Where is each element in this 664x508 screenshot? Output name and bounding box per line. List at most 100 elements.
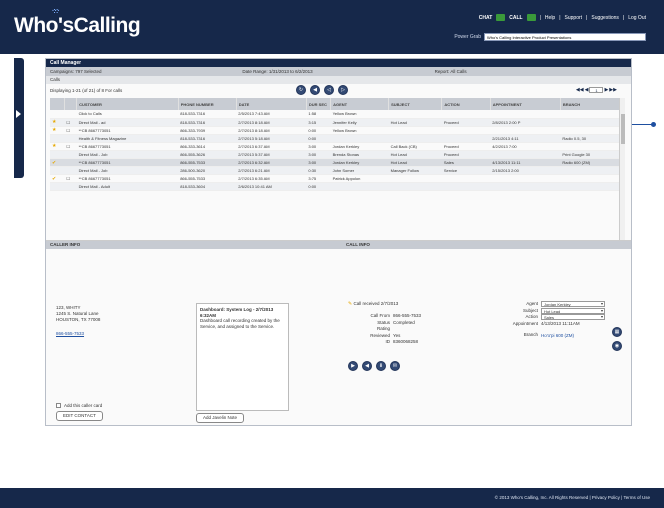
power-grab: Power Grab bbox=[454, 33, 646, 41]
status-icon[interactable]: ★ bbox=[50, 142, 65, 151]
status-icon[interactable] bbox=[50, 166, 65, 176]
row-checkbox[interactable]: ☐ bbox=[64, 126, 77, 135]
campaign-filter[interactable]: Campaigns: 797 Selected bbox=[50, 69, 242, 74]
first-icon[interactable]: ◀ bbox=[310, 85, 320, 95]
table-cell: Direct Mail - Job bbox=[76, 166, 179, 176]
next-icon[interactable]: ▷ bbox=[338, 85, 348, 95]
row-checkbox[interactable] bbox=[64, 150, 77, 160]
logout-link[interactable]: Log Out bbox=[628, 15, 646, 21]
table-cell: Print Google 30 bbox=[560, 150, 625, 160]
table-header: CUSTOMER PHONE NUMBER DATE DUR SEC AGENT SUBJ… bbox=[50, 98, 626, 110]
column-header[interactable] bbox=[50, 98, 65, 110]
checkbox-icon[interactable] bbox=[56, 403, 61, 408]
column-header[interactable]: SUBJECT bbox=[388, 98, 443, 110]
row-checkbox[interactable] bbox=[64, 134, 77, 143]
calendar-icon[interactable]: ▦ bbox=[612, 327, 622, 337]
report-filter[interactable]: Report: All Calls bbox=[435, 69, 627, 74]
table-cell: Hot Lead bbox=[388, 158, 442, 168]
status-icon[interactable] bbox=[50, 110, 65, 119]
column-header[interactable]: BRANCH bbox=[560, 98, 626, 110]
table-cell: 2/7/2013 5:37 AM bbox=[236, 150, 307, 160]
table-cell bbox=[560, 142, 625, 151]
back-icon[interactable]: ◀ bbox=[362, 361, 372, 371]
table-row[interactable]: Health & Fitness Magazine 818-533-7316 2/7… bbox=[50, 134, 625, 143]
row-checkbox[interactable] bbox=[64, 158, 77, 168]
status-icon[interactable]: ✔ bbox=[50, 158, 65, 168]
last-page-icon[interactable]: ▶▶ bbox=[609, 87, 617, 93]
table-cell: Service bbox=[441, 166, 491, 176]
email-icon[interactable]: ✉ bbox=[390, 361, 400, 371]
status-icon[interactable]: ★ bbox=[50, 126, 65, 135]
table-cell: **CB 8667773051 bbox=[76, 142, 179, 151]
refresh-icon[interactable]: ↻ bbox=[296, 85, 306, 95]
row-checkbox[interactable] bbox=[64, 166, 77, 176]
logo[interactable]: ·:·:· Who'sCalling bbox=[14, 8, 141, 38]
support-link[interactable]: Support bbox=[565, 15, 583, 21]
search-input[interactable] bbox=[484, 33, 646, 41]
chat-button[interactable]: CHAT bbox=[479, 15, 493, 21]
column-header[interactable] bbox=[64, 98, 78, 110]
table-cell: Radio 0.5, 30 bbox=[560, 134, 625, 143]
notes-box[interactable]: Dashboard: System Log - 2/7/2013 6:32AM … bbox=[196, 303, 289, 411]
date-filter[interactable]: Date Range: 1/31/2013 to 6/2/2013 bbox=[242, 69, 434, 74]
row-checkbox[interactable]: ☐ bbox=[64, 118, 77, 127]
table-row[interactable]: ★ ☐ **CB 8667773051 866-333-7939 2/7/2013 8:… bbox=[50, 126, 625, 135]
table-cell bbox=[560, 110, 625, 119]
column-header[interactable]: ACTION bbox=[441, 98, 491, 110]
chat-icon[interactable] bbox=[496, 14, 506, 21]
map-icon[interactable]: ◉ bbox=[612, 341, 622, 351]
table-cell bbox=[560, 166, 625, 176]
help-link[interactable]: Help bbox=[545, 15, 555, 21]
page-input[interactable]: 1 bbox=[589, 87, 604, 93]
appointment-value[interactable]: 4/13/2013 11:11AM bbox=[541, 321, 605, 328]
table-row[interactable]: Direct Mail - Job 866-555-3626 2/7/2013 5:… bbox=[50, 150, 625, 160]
prev-icon[interactable]: ◁ bbox=[324, 85, 334, 95]
table-cell: Proceed bbox=[441, 142, 491, 151]
action-select[interactable]: Sales bbox=[541, 314, 605, 321]
table-row[interactable]: Direct Mail - Job 286-500-3620 2/7/2013 6:… bbox=[50, 166, 625, 176]
status-icon[interactable]: ★ bbox=[50, 118, 65, 127]
branch-value[interactable]: Ho'o'pi 600 (ZM) bbox=[541, 333, 605, 340]
row-checkbox[interactable]: ☐ bbox=[64, 142, 77, 151]
column-header[interactable]: AGENT bbox=[330, 98, 390, 110]
column-header[interactable]: PHONE NUMBER bbox=[178, 98, 237, 110]
table-cell: 0:00 bbox=[306, 182, 331, 192]
table-scrollbar[interactable] bbox=[619, 98, 625, 240]
column-header[interactable]: CUSTOMER bbox=[76, 98, 179, 110]
play-icon[interactable]: ▶ bbox=[348, 361, 358, 371]
table-cell: Radio 600 (ZM) bbox=[560, 158, 625, 168]
prev-page-icon[interactable]: ◀ bbox=[585, 87, 589, 93]
table-row[interactable]: ✔ ☐ **CB 8667773051 866-555-7533 2/7/2013 6:… bbox=[50, 174, 625, 184]
agent-select[interactable]: Jordan Kerkley bbox=[541, 301, 605, 307]
call-button[interactable]: CALL bbox=[509, 15, 522, 21]
table-row[interactable]: ★ ☐ Direct Mail - ad 818-533-7316 2/7/2013 8… bbox=[50, 118, 625, 127]
column-header[interactable]: APPOINTMENT bbox=[490, 98, 561, 110]
row-checkbox[interactable] bbox=[64, 182, 77, 192]
side-panel-toggle[interactable] bbox=[14, 58, 24, 178]
status-icon[interactable] bbox=[50, 182, 65, 192]
table-cell: 2/15/2013 2:00 bbox=[490, 166, 561, 176]
status-icon[interactable] bbox=[50, 150, 65, 160]
status-icon[interactable] bbox=[50, 134, 65, 143]
table-row[interactable]: Direct Mail - Adult 818-533-3604 2/6/2013 … bbox=[50, 182, 625, 192]
column-header[interactable]: DUR SEC bbox=[306, 98, 332, 110]
column-header[interactable]: DATE bbox=[236, 98, 307, 110]
row-checkbox[interactable]: ☐ bbox=[64, 174, 77, 184]
table-row[interactable]: Click to Calls 818-533-7316 2/5/2013 7:43 … bbox=[50, 110, 625, 119]
download-icon[interactable]: ⬇ bbox=[376, 361, 386, 371]
suggestions-link[interactable]: Suggestions bbox=[591, 15, 619, 21]
subject-select[interactable]: Hot Lead bbox=[541, 307, 605, 314]
next-page-icon[interactable]: ▶ bbox=[604, 87, 608, 93]
table-cell: 2/7/2013 6:21 AM bbox=[236, 166, 307, 176]
table-cell: 0:00 bbox=[306, 134, 331, 143]
table-row[interactable]: ✔ **CB 8667773051 866-555-7533 2/7/2013 6:3… bbox=[50, 158, 625, 168]
row-checkbox[interactable] bbox=[64, 110, 77, 119]
first-page-icon[interactable]: ◀◀ bbox=[576, 87, 584, 93]
caller-card-checkbox[interactable]: Add this caller card bbox=[56, 403, 102, 408]
edit-contact-button[interactable]: EDIT CONTACT bbox=[56, 411, 103, 421]
phone-icon[interactable] bbox=[526, 14, 536, 21]
status-icon[interactable]: ✔ bbox=[50, 174, 65, 184]
table-row[interactable]: ★ ☐ **CB 8667773051 866-333-3614 2/7/2013 6:… bbox=[50, 142, 625, 151]
caller-phone-link[interactable]: 866-555-7533 bbox=[56, 331, 84, 336]
add-note-button[interactable]: Add Javelin Note bbox=[196, 413, 245, 423]
